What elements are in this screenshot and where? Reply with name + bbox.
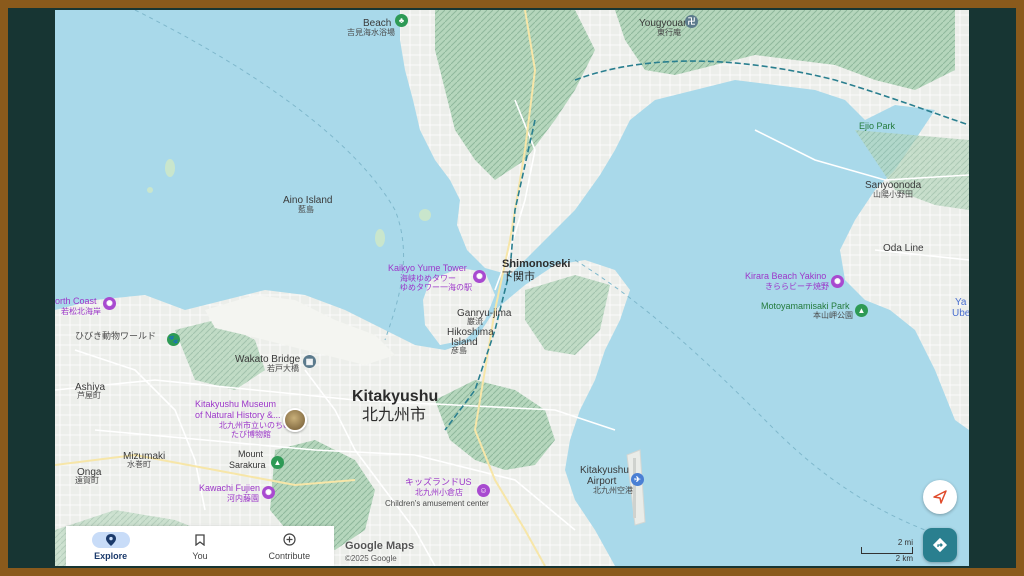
ainoshima-jp-label: 藍島 [298, 205, 314, 214]
island-small [165, 159, 175, 177]
attraction-pin-icon[interactable]: ✺ [473, 270, 486, 283]
you-icon-wrap [181, 532, 219, 548]
map-canvas[interactable]: Beach 吉見海水浴場 ♣ Yougyouan 東行庵 卍 Ejio Park… [55, 10, 969, 566]
ganryu-jima-label[interactable]: Ganryu-jima [457, 308, 511, 319]
yougyouan-jp-label: 東行庵 [657, 28, 681, 37]
park-pin-icon[interactable]: ▲ [855, 304, 868, 317]
kids-land-label-3: Children's amusement center [385, 499, 489, 508]
ashiya-jp-label: 芦屋町 [77, 391, 101, 400]
island-small [375, 229, 385, 247]
mount-sarakura-label-2: Sarakura [229, 460, 266, 470]
ube-label-a[interactable]: Ya [955, 297, 967, 308]
museum-label[interactable]: Kitakyushu Museum [195, 399, 276, 410]
scale-km-label: 2 km [895, 554, 913, 563]
navigation-arrow-icon [933, 490, 947, 504]
airport-pin-icon[interactable]: ✈ [631, 473, 644, 486]
mountain-pin-icon[interactable]: ▲ [271, 456, 284, 469]
tab-explore-label: Explore [94, 550, 128, 561]
user-avatar[interactable] [283, 408, 307, 432]
navigate-button[interactable] [923, 480, 957, 514]
attraction-pin-icon[interactable]: ✺ [103, 297, 116, 310]
directions-icon [932, 537, 948, 553]
island-small [419, 209, 431, 221]
sanyoonoda-jp-label: 山陽小野田 [873, 190, 913, 199]
oda-line-label: Oda Line [883, 243, 924, 254]
bridge-pin-icon[interactable]: ▦ [303, 355, 316, 368]
kaikyo-yume-tower-label[interactable]: Kaikyo Yume Tower [388, 263, 467, 274]
tab-you-label: You [192, 550, 208, 561]
kawachi-label[interactable]: Kawachi Fujien [199, 483, 260, 494]
map-base-layer [55, 10, 969, 566]
directions-button[interactable] [923, 528, 957, 562]
north-coast-label[interactable]: orth Coast [55, 296, 97, 307]
add-circle-icon [283, 533, 296, 546]
motoyamamisaki-jp-label: 本山岬公園 [813, 311, 853, 320]
contribute-icon-wrap [270, 532, 308, 548]
attraction-pin-icon[interactable]: ✺ [831, 275, 844, 288]
scale-bar-line [861, 547, 913, 554]
tab-contribute-label: Contribute [268, 550, 311, 561]
bookmark-icon [195, 533, 205, 546]
museum-label-2: of Natural History &... [195, 410, 281, 420]
kirara-beach-label[interactable]: Kirara Beach Yakino [745, 271, 826, 282]
hibiki-zoo-jp-label[interactable]: ひびき動物ワールド [75, 331, 156, 342]
wakato-bridge-jp-label: 若戸大橋 [267, 364, 299, 373]
tab-contribute[interactable]: Contribute [245, 526, 334, 566]
temple-pin-icon[interactable]: 卍 [685, 15, 698, 28]
scale-bar: 2 mi 2 km [861, 538, 913, 563]
kitakyushu-jp-label: 北九州市 [362, 407, 427, 424]
mizumaki-jp-label: 水巻町 [127, 460, 151, 469]
bottom-navigation: Explore You Contribute [66, 526, 334, 566]
airport-jp-label: 北九州空港 [593, 486, 633, 495]
kids-land-label[interactable]: キッズランドUS [405, 477, 472, 488]
tab-you[interactable]: You [155, 526, 244, 566]
google-maps-logo: Google Maps [345, 540, 415, 552]
attraction-pin-icon[interactable]: ☺ [477, 484, 490, 497]
airport-label[interactable]: Kitakyushu [580, 465, 629, 476]
mount-sarakura-label[interactable]: Mount [238, 449, 263, 460]
yume-tower-jp2-label: ゆめタワー一海の駅 [400, 283, 472, 292]
scale-mi-label: 2 mi [897, 538, 913, 547]
attraction-pin-icon[interactable]: ✺ [262, 486, 275, 499]
kirara-beach-jp-label: きららビーチ焼野 [765, 282, 829, 291]
shimonoseki-jp-label: 下関市 [502, 271, 535, 283]
beach-pin-icon[interactable]: ♣ [395, 14, 408, 27]
copyright-text: ©2025 Google [345, 554, 397, 563]
hikoshima-jp-label: 彦島 [451, 346, 467, 355]
kitakyushu-label[interactable]: Kitakyushu [352, 388, 438, 406]
ganryu-jima-jp-label: 巌流 [467, 317, 483, 326]
location-pin-icon [105, 533, 116, 546]
onga-jp-label: 遠賀町 [75, 476, 99, 485]
yoshimi-beach-jp-label: 吉見海水浴場 [347, 28, 395, 37]
explore-icon-wrap [91, 531, 130, 548]
ejio-park-label[interactable]: Ejio Park [859, 121, 895, 132]
zoo-pin-icon[interactable]: 🐾 [167, 333, 180, 346]
kawachi-jp-label: 河内藤園 [227, 494, 259, 503]
ube-label-b: Ube [952, 308, 969, 319]
kids-land-label-2: 北九州小倉店 [415, 488, 463, 497]
north-coast-jp-label: 若松北海岸 [61, 307, 101, 316]
museum-jp-label-2: たび博物館 [231, 430, 271, 439]
tab-explore[interactable]: Explore [66, 526, 155, 566]
shimonoseki-label[interactable]: Shimonoseki [502, 258, 570, 270]
